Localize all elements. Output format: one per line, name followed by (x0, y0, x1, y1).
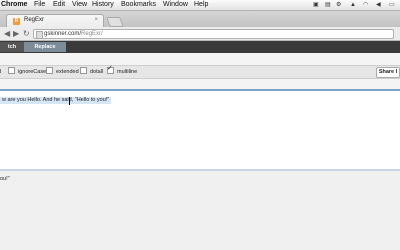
menu-edit[interactable]: Edit (53, 0, 65, 10)
wifi-icon[interactable]: ◠ (363, 1, 368, 9)
menu-window[interactable]: Window (163, 0, 188, 10)
bell-icon[interactable]: ▲ (350, 1, 356, 9)
source-text-area[interactable]: w are you Hello. And he said, "Hello to … (0, 89, 400, 172)
gear-icon[interactable]: ⚙ (336, 1, 341, 9)
reload-icon[interactable]: ↻ (23, 29, 30, 38)
tab-replace[interactable]: Replace (24, 42, 66, 52)
record-icon[interactable]: ▣ (313, 1, 319, 9)
menu-view[interactable]: View (72, 0, 87, 10)
checkbox-icon[interactable] (8, 67, 15, 75)
text-cursor (69, 97, 70, 105)
page-icon (36, 31, 43, 39)
menu-file[interactable]: File (34, 0, 45, 10)
menu-bar: Chrome File Edit View History Bookmarks … (0, 0, 400, 11)
menu-help[interactable]: Help (194, 0, 208, 10)
option-dotall[interactable]: dotall (80, 67, 103, 76)
volume-icon[interactable]: ◀ (376, 1, 381, 9)
result-text: ou!" (0, 176, 10, 182)
menu-bookmarks[interactable]: Bookmarks (121, 0, 156, 10)
mode-bar: tch Replace (0, 41, 400, 53)
options-bar: d ignoreCase extended dotall multiline S… (0, 65, 400, 79)
option-extended[interactable]: extended (46, 67, 79, 76)
option-ignorecase[interactable]: ignoreCase (8, 67, 46, 76)
battery-icon[interactable]: ▭ (389, 1, 395, 9)
menu-history[interactable]: History (92, 0, 114, 10)
url-text: gskinner.com/RegExr/ (44, 31, 103, 37)
option-multiline[interactable]: multiline (107, 65, 137, 76)
source-text: w are you Hello. And he said, "Hello to … (0, 97, 112, 104)
regexr-favicon-icon: R (13, 18, 20, 25)
new-tab-button[interactable] (106, 17, 124, 27)
chart-icon[interactable]: ▤ (325, 1, 331, 9)
tab-title: RegExr (24, 17, 45, 23)
tab-strip: R RegExr × (0, 11, 400, 28)
checkbox-checked-icon[interactable] (107, 65, 114, 75)
options-edge-mark: d (0, 68, 1, 76)
menu-app-chrome[interactable]: Chrome (0, 0, 27, 10)
checkbox-icon[interactable] (80, 67, 87, 75)
tab-match[interactable]: tch (0, 42, 24, 52)
address-bar[interactable]: gskinner.com/RegExr/ (33, 29, 394, 39)
back-icon[interactable]: ◀ (4, 29, 10, 38)
page-content: tch Replace d ignoreCase extended dotall… (0, 41, 400, 250)
share-button[interactable]: Share I (376, 67, 400, 78)
checkbox-icon[interactable] (46, 67, 53, 75)
forward-icon[interactable]: ▶ (13, 29, 19, 38)
tab-regexr[interactable]: R RegExr × (6, 14, 104, 28)
browser-toolbar: ◀ ▶ ↻ gskinner.com/RegExr/ (0, 27, 400, 41)
result-area (0, 171, 400, 250)
close-icon[interactable]: × (94, 17, 98, 23)
